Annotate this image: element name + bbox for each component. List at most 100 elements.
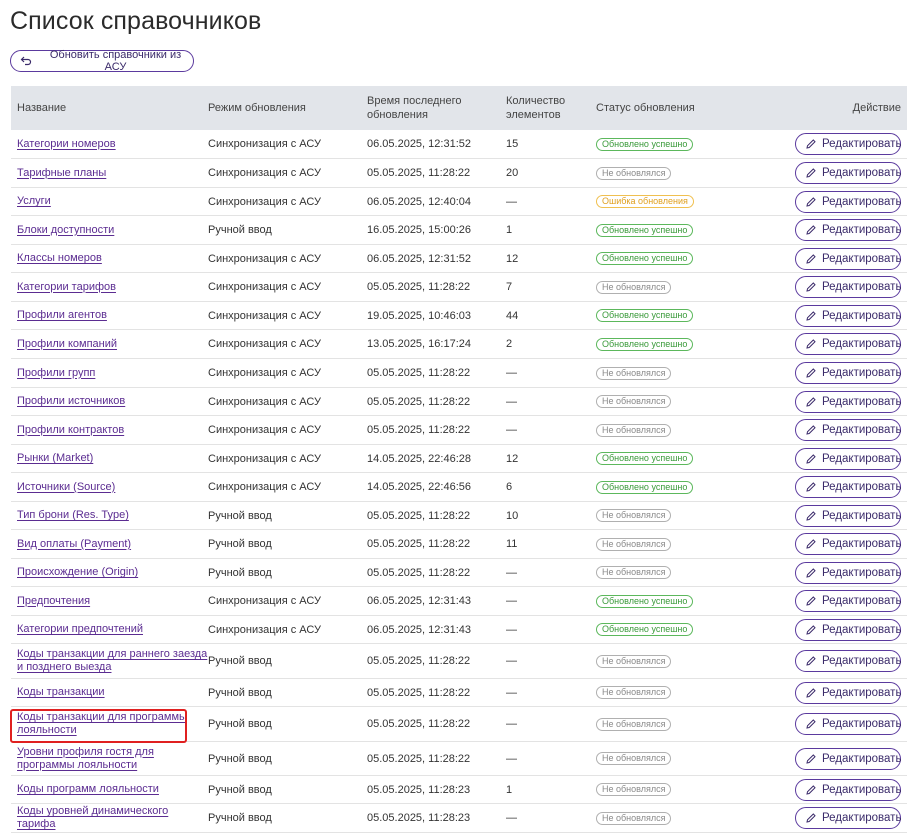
pencil-icon [805,687,817,699]
edit-button[interactable]: Редактировать [795,778,901,801]
edit-button[interactable]: Редактировать [795,504,901,527]
edit-button[interactable]: Редактировать [795,561,901,584]
edit-button[interactable]: Редактировать [795,807,901,829]
directory-link[interactable]: Рынки (Market) [17,452,93,465]
pencil-icon [805,424,817,436]
pencil-icon [805,753,817,765]
edit-button[interactable]: Редактировать [795,219,901,241]
directory-link[interactable]: Категории номеров [17,138,116,151]
directory-link[interactable]: Происхождение (Origin) [17,566,138,579]
cell-mode: Синхронизация с АСУ [208,252,321,265]
cell-time: 05.05.2025, 11:28:22 [367,281,471,293]
edit-button[interactable]: Редактировать [795,390,901,413]
edit-button[interactable]: Редактировать [795,590,901,612]
cell-status: Не обновлялся [596,537,756,551]
cell-mode: Синхронизация с АСУ [208,281,321,293]
pencil-icon [805,396,817,408]
edit-button[interactable]: Редактировать [795,533,901,555]
edit-button[interactable]: Редактировать [795,650,901,672]
directory-link[interactable]: Коды программ лояльности [17,783,159,796]
directory-link[interactable]: Профили контрактов [17,424,124,437]
directory-link[interactable]: Предпочтения [17,595,90,608]
cell-name: Профили компаний [11,338,208,351]
pencil-icon [805,567,817,579]
status-badge: Не обновлялся [596,509,672,522]
cell-action: Редактировать [756,333,907,355]
undo-arrow-icon [20,55,32,67]
status-badge: Не обновлялся [596,366,672,380]
edit-button[interactable]: Редактировать [795,419,901,441]
directory-link[interactable]: Профили источников [17,395,125,408]
cell-status: Обновлено успешно [596,594,756,608]
pencil-icon [805,595,817,607]
edit-button[interactable]: Редактировать [795,681,901,704]
refresh-directories-button[interactable]: Обновить справочники из АСУ [10,49,194,73]
directory-link[interactable]: Категории предпочтений [17,623,143,636]
status-badge: Не обновлялся [596,686,672,699]
cell-time: 19.05.2025, 10:46:03 [367,309,471,322]
cell-time: 06.05.2025, 12:31:43 [367,595,471,607]
cell-time: 05.05.2025, 11:28:22 [367,395,471,408]
status-badge: Не обновлялся [596,166,672,180]
directory-link[interactable]: Тип брони (Res. Type) [17,509,129,522]
edit-button[interactable]: Редактировать [795,247,902,270]
cell-count: — [506,367,517,379]
cell-count: — [506,195,517,208]
cell-time: 06.05.2025, 12:40:04 [367,195,471,208]
directory-link[interactable]: Коды уровней динамического тарифа [17,805,208,831]
edit-button[interactable]: Редактировать [795,362,901,384]
edit-button[interactable]: Редактировать [795,162,901,184]
pencil-icon [805,253,817,265]
directory-link[interactable]: Профили агентов [17,309,107,322]
cell-status: Не обновлялся [596,509,756,522]
edit-button[interactable]: Редактировать [795,333,901,355]
edit-button-label: Редактировать [822,281,902,293]
directory-link[interactable]: Уровни профиля гостя для программы лояль… [17,746,208,772]
cell-name: Тип брони (Res. Type) [11,509,208,522]
edit-button[interactable]: Редактировать [795,190,901,213]
table-row: Источники (Source) Синхронизация с АСУ 14.… [11,473,907,502]
edit-button[interactable]: Редактировать [795,618,901,641]
directory-link[interactable]: Услуги [17,195,51,208]
directory-link[interactable]: Коды транзакции [17,686,105,699]
cell-status: Обновлено успешно [596,309,756,322]
cell-name: Рынки (Market) [11,452,208,465]
cell-action: Редактировать [756,476,907,498]
status-badge: Не обновлялся [596,280,672,294]
directory-link[interactable]: Блоки доступности [17,224,114,237]
cell-name: Блоки доступности [11,224,208,237]
status-badge: Не обновлялся [596,783,672,796]
directory-link[interactable]: Вид оплаты (Payment) [17,538,131,551]
cell-name: Профили групп [11,367,208,380]
edit-button[interactable]: Редактировать [795,747,901,770]
table-row: Профили групп Синхронизация с АСУ 05.05.20… [11,359,907,388]
directory-link[interactable]: Коды транзакции для раннего заезда и поз… [17,648,208,674]
cell-time: 13.05.2025, 16:17:24 [367,338,471,350]
edit-button[interactable]: Редактировать [795,476,901,498]
directory-link[interactable]: Классы номеров [17,252,102,265]
directory-link[interactable]: Тарифные планы [17,167,106,180]
directory-link[interactable]: Источники (Source) [17,481,115,494]
edit-button[interactable]: Редактировать [795,276,901,298]
directory-link[interactable]: Профили групп [17,367,95,380]
edit-button[interactable]: Редактировать [795,133,901,155]
pencil-icon [805,453,817,465]
cell-time: 05.05.2025, 11:28:22 [367,424,471,436]
edit-button[interactable]: Редактировать [795,447,901,470]
status-badge: Не обновлялся [596,537,672,551]
cell-count: 2 [506,338,513,350]
directory-link[interactable]: Категории тарифов [17,281,116,294]
status-badge: Обновлено успешно [596,309,694,322]
status-badge: Обновлено успешно [596,594,694,608]
edit-button[interactable]: Редактировать [795,304,901,327]
table-row: Блоки доступности Ручной ввод 16.05.2025, … [11,216,907,245]
cell-count: 12 [506,252,519,265]
directory-link[interactable]: Профили компаний [17,338,117,351]
edit-button-label: Редактировать [822,252,902,265]
table-row: Категории тарифов Синхронизация с АСУ 05.0… [11,273,907,302]
cell-status: Не обновлялся [596,423,756,437]
cell-action: Редактировать [756,247,907,270]
edit-button[interactable]: Редактировать [795,713,901,735]
highlight-box [10,709,187,743]
cell-mode: Ручной ввод [208,686,272,699]
